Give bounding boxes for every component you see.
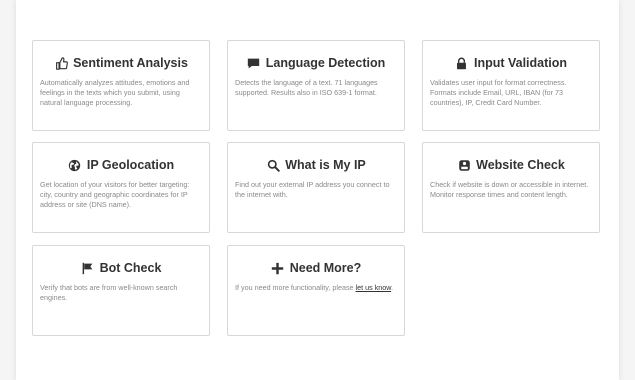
- card-sentiment-analysis[interactable]: Sentiment Analysis Automatically analyze…: [32, 40, 210, 131]
- card-title-text: IP Geolocation: [86, 158, 175, 172]
- search-icon: [266, 158, 280, 172]
- card-language-detection[interactable]: Language Detection Detects the language …: [227, 40, 405, 131]
- let-us-know-link[interactable]: let us know: [356, 283, 392, 292]
- card-title-text: What is My IP: [285, 158, 366, 172]
- card-title-text: Language Detection: [265, 56, 386, 70]
- card-title: Need More?: [228, 261, 404, 275]
- card-title: What is My IP: [228, 158, 404, 172]
- card-description: Verify that bots are from well-known sea…: [40, 283, 178, 303]
- card-title: IP Geolocation: [33, 158, 209, 172]
- card-description-end: .: [391, 283, 394, 292]
- card-title-text: Bot Check: [99, 261, 162, 275]
- lock-icon: [455, 56, 469, 70]
- hdd-icon: [457, 158, 471, 172]
- card-title-text: Website Check: [476, 158, 565, 172]
- card-description: Automatically analyzes attitudes, emotio…: [40, 78, 190, 108]
- thumbs-up-icon: [54, 56, 68, 70]
- card-need-more[interactable]: Need More? If you need more functionalit…: [227, 245, 405, 336]
- card-website-check[interactable]: Website Check Check if website is down o…: [422, 142, 600, 233]
- card-description-text: If you need more functionality, please: [235, 283, 356, 292]
- card-description: Check if website is down or accessible i…: [430, 180, 589, 200]
- card-title-text: Input Validation: [473, 56, 568, 70]
- card-description: If you need more functionality, please l…: [235, 283, 396, 293]
- globe-icon: [68, 158, 82, 172]
- card-description: Find out your external IP address you co…: [235, 180, 390, 200]
- card-bot-check[interactable]: Bot Check Verify that bots are from well…: [32, 245, 210, 336]
- card-title-text: Sentiment Analysis: [73, 56, 188, 70]
- card-description: Detects the language of a text. 71 langu…: [235, 78, 378, 98]
- card-description: Validates user input for format correctn…: [430, 78, 567, 108]
- comment-icon: [247, 56, 261, 70]
- card-title-text: Need More?: [289, 261, 362, 275]
- card-title: Language Detection: [228, 56, 404, 70]
- card-title: Website Check: [423, 158, 599, 172]
- plus-icon: [271, 261, 285, 275]
- flag-icon: [81, 261, 95, 275]
- card-what-is-my-ip[interactable]: What is My IP Find out your external IP …: [227, 142, 405, 233]
- card-input-validation[interactable]: Input Validation Validates user input fo…: [422, 40, 600, 131]
- card-title: Input Validation: [423, 56, 599, 70]
- card-title: Sentiment Analysis: [33, 56, 209, 70]
- card-description: Get location of your visitors for better…: [40, 180, 190, 210]
- services-panel: Sentiment Analysis Automatically analyze…: [16, 0, 619, 380]
- card-ip-geolocation[interactable]: IP Geolocation Get location of your visi…: [32, 142, 210, 233]
- card-title: Bot Check: [33, 261, 209, 275]
